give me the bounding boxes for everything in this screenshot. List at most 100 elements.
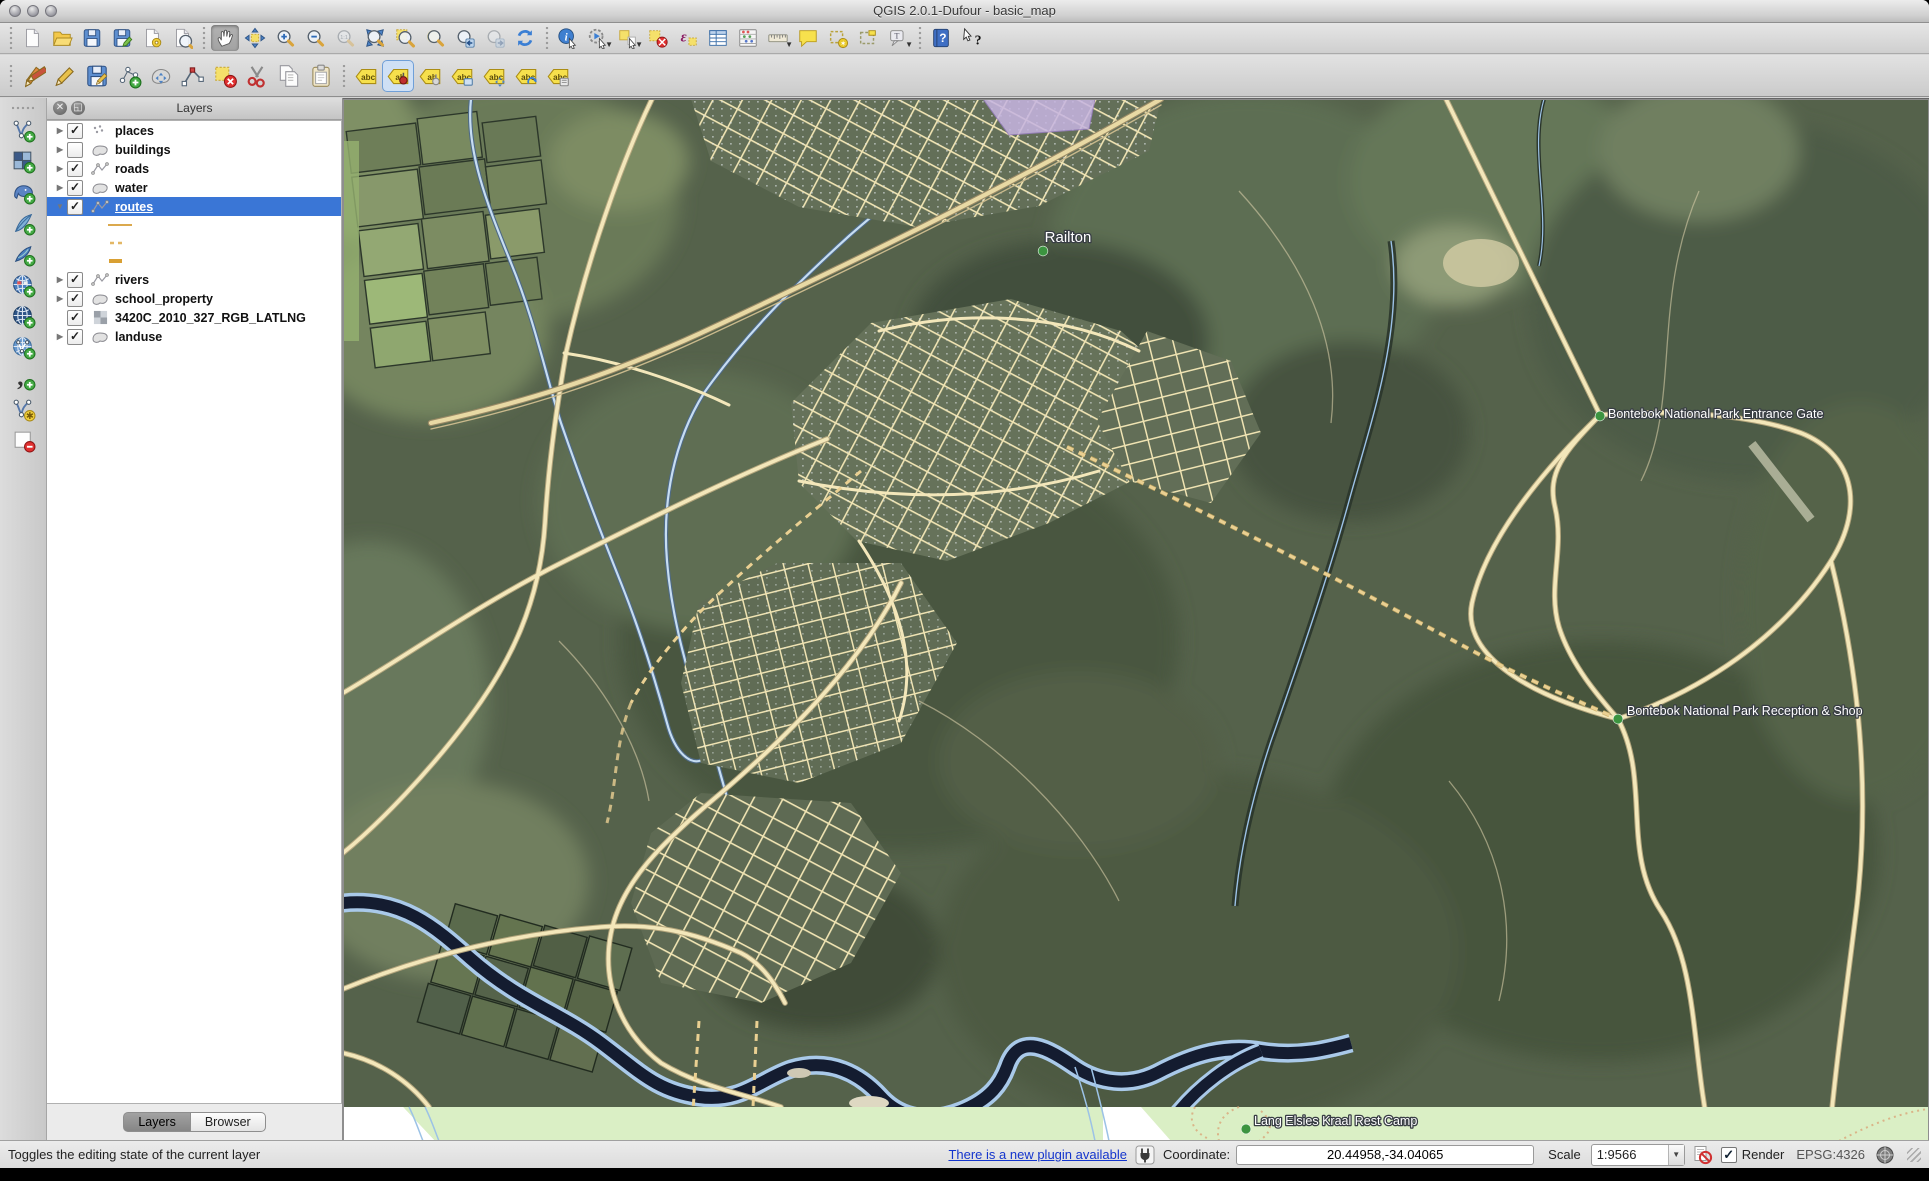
render-checkbox[interactable]: ✓ (1721, 1147, 1737, 1163)
expand-icon[interactable]: ▶ (53, 126, 67, 135)
add-vector-layer-button[interactable] (7, 115, 39, 146)
zoom-to-selection-button[interactable] (391, 25, 419, 51)
add-wfs-layer-button[interactable] (7, 332, 39, 363)
layer-visibility-checkbox[interactable]: ✓ (67, 272, 83, 288)
add-wms-layer-button[interactable] (7, 270, 39, 301)
zoom-full-button[interactable] (361, 25, 389, 51)
panel-tab-layers[interactable]: Layers (123, 1112, 191, 1132)
expand-icon[interactable]: ▶ (53, 294, 67, 303)
expand-icon[interactable]: ▶ (53, 183, 67, 192)
stop-rendering-icon[interactable] (1693, 1145, 1713, 1165)
layer-item-school_property[interactable]: ▶✓school_property (47, 289, 341, 308)
measure-button[interactable]: ▼ (764, 25, 792, 51)
add-spatialite-layer-button[interactable] (7, 208, 39, 239)
cut-features-button[interactable] (242, 61, 272, 91)
new-shapefile-layer-button[interactable]: ✱ (7, 394, 39, 425)
labeling-button[interactable]: abc (351, 61, 381, 91)
layer-visibility-checkbox[interactable]: ✓ (67, 123, 83, 139)
pan-map-button[interactable] (211, 25, 239, 51)
layer-visibility-checkbox[interactable]: ✓ (67, 180, 83, 196)
plugin-icon[interactable] (1135, 1145, 1155, 1165)
layer-item-3420C_2010_327_RGB_LATLNG[interactable]: ✓3420C_2010_327_RGB_LATLNG (47, 308, 341, 327)
layer-visibility-checkbox[interactable]: ✓ (67, 161, 83, 177)
add-postgis-layer-button[interactable] (7, 177, 39, 208)
save-project-button[interactable] (78, 25, 106, 51)
select-by-expression-button[interactable]: ε (674, 25, 702, 51)
new-composer-button[interactable] (138, 25, 166, 51)
zoom-out-button[interactable] (301, 25, 329, 51)
title-bar[interactable]: QGIS 2.0.1-Dufour - basic_map (0, 0, 1929, 23)
pin-labels-button[interactable]: ab (383, 61, 413, 91)
resize-grip[interactable] (1907, 1148, 1921, 1162)
panel-tab-browser[interactable]: Browser (191, 1112, 266, 1132)
move-label-button[interactable]: abc (479, 61, 509, 91)
coordinate-input[interactable] (1236, 1145, 1534, 1165)
toggle-editing-button[interactable] (50, 61, 80, 91)
panel-float-icon[interactable]: ◱ (71, 101, 85, 115)
refresh-button[interactable] (511, 25, 539, 51)
rotate-label-button[interactable]: abc (511, 61, 541, 91)
layer-visibility-checkbox[interactable]: ✓ (67, 291, 83, 307)
layer-item-places[interactable]: ▶✓places (47, 121, 341, 140)
new-project-button[interactable] (18, 25, 46, 51)
paste-features-button[interactable] (306, 61, 336, 91)
new-bookmark-button[interactable]: ✶ (824, 25, 852, 51)
node-tool-button[interactable] (178, 61, 208, 91)
pan-to-selection-button[interactable] (241, 25, 269, 51)
layer-symbology-item[interactable] (47, 234, 341, 252)
map-tips-button[interactable] (794, 25, 822, 51)
toolbar-handle[interactable] (7, 65, 14, 87)
select-features-button[interactable]: ▼ (614, 25, 642, 51)
save-project-as-button[interactable] (108, 25, 136, 51)
add-wcs-layer-button[interactable] (7, 301, 39, 332)
layer-visibility-checkbox[interactable] (67, 142, 83, 158)
layer-item-routes[interactable]: ▼✓routes (47, 197, 341, 216)
delete-selected-button[interactable] (210, 61, 240, 91)
zoom-to-layer-button[interactable] (421, 25, 449, 51)
expand-icon[interactable]: ▶ (53, 164, 67, 173)
label-properties-button[interactable]: abc (543, 61, 573, 91)
expand-icon[interactable]: ▶ (53, 275, 67, 284)
zoom-in-button[interactable] (271, 25, 299, 51)
attribute-table-button[interactable] (704, 25, 732, 51)
plugin-available-link[interactable]: There is a new plugin available (948, 1147, 1127, 1162)
deselect-features-button[interactable] (644, 25, 672, 51)
add-raster-layer-button[interactable] (7, 146, 39, 177)
map-canvas[interactable]: RailtonBontebok National Park Entrance G… (343, 98, 1929, 1141)
scale-combo[interactable]: 1:9566 ▼ (1591, 1144, 1685, 1166)
show-hide-labels-button[interactable]: abc (447, 61, 477, 91)
layer-visibility-checkbox[interactable]: ✓ (67, 329, 83, 345)
text-annotation-button[interactable]: T▼ (884, 25, 912, 51)
help-contents-button[interactable]: ? (927, 25, 955, 51)
show-bookmarks-button[interactable] (854, 25, 882, 51)
scale-dropdown-icon[interactable]: ▼ (1668, 1145, 1684, 1165)
whats-this-button[interactable]: ? (957, 25, 985, 51)
add-delimited-text-button[interactable]: , (7, 363, 39, 394)
expand-icon[interactable]: ▶ (53, 145, 67, 154)
open-project-button[interactable] (48, 25, 76, 51)
crs-globe-icon[interactable] (1875, 1145, 1895, 1165)
toolbar-handle[interactable] (12, 104, 34, 111)
identify-button[interactable]: i (554, 25, 582, 51)
run-feature-action-button[interactable]: ▼ (584, 25, 612, 51)
add-feature-button[interactable] (114, 61, 144, 91)
move-feature-button[interactable] (146, 61, 176, 91)
layer-item-roads[interactable]: ▶✓roads (47, 159, 341, 178)
layer-item-water[interactable]: ▶✓water (47, 178, 341, 197)
copy-features-button[interactable] (274, 61, 304, 91)
layer-item-rivers[interactable]: ▶✓rivers (47, 270, 341, 289)
expand-icon[interactable]: ▶ (53, 332, 67, 341)
layer-symbology-item[interactable] (47, 252, 341, 270)
zoom-last-button[interactable] (451, 25, 479, 51)
composer-manager-button[interactable] (168, 25, 196, 51)
toolbar-handle[interactable] (7, 27, 14, 49)
layer-item-buildings[interactable]: ▶buildings (47, 140, 341, 159)
add-mssql-layer-button[interactable] (7, 239, 39, 270)
expand-icon[interactable]: ▼ (53, 202, 67, 211)
layer-item-landuse[interactable]: ▶✓landuse (47, 327, 341, 346)
panel-close-icon[interactable]: ✕ (53, 101, 67, 115)
unpin-labels-button[interactable]: ab (415, 61, 445, 91)
remove-layer-button[interactable] (7, 425, 39, 456)
layer-visibility-checkbox[interactable]: ✓ (67, 199, 83, 215)
layer-visibility-checkbox[interactable]: ✓ (67, 310, 83, 326)
